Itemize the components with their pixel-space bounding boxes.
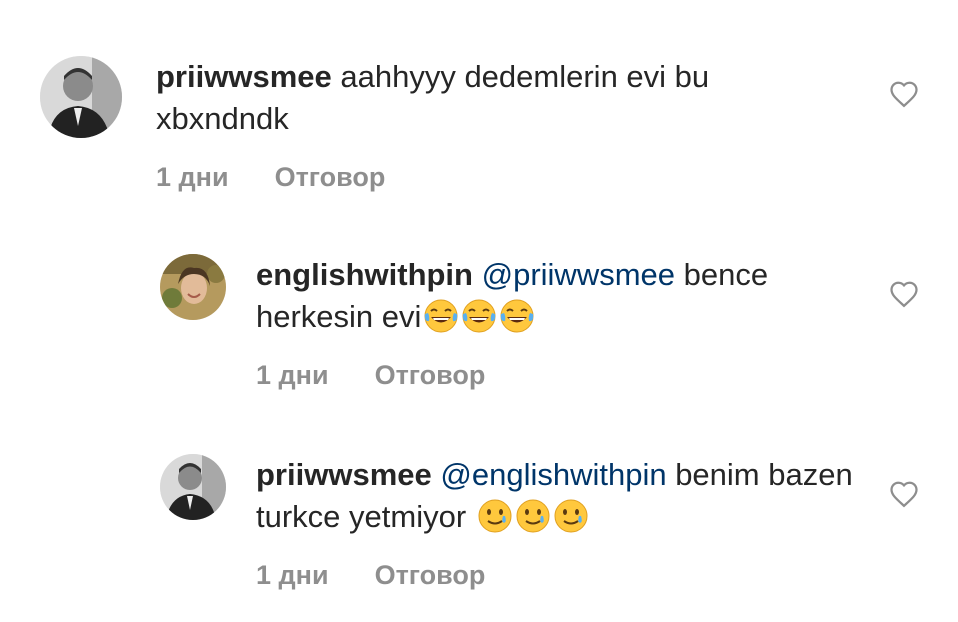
smiling-face-with-tear-emoji-icon: [515, 498, 551, 534]
heart-icon[interactable]: [889, 80, 919, 108]
comment-meta: 1 дни Отговор: [156, 162, 786, 193]
heart-icon[interactable]: [889, 480, 919, 508]
tears-of-joy-emoji-icon: [499, 298, 535, 334]
mention-link[interactable]: @englishwithpin: [440, 457, 666, 492]
tears-of-joy-emoji-icon: [423, 298, 459, 334]
avatar[interactable]: [40, 56, 122, 138]
comment-body: englishwithpin @priiwwsmee bence herkesi…: [256, 254, 886, 391]
heart-icon[interactable]: [889, 280, 919, 308]
username[interactable]: englishwithpin: [256, 257, 473, 292]
reply-button[interactable]: Отговор: [375, 360, 486, 390]
comment-meta: 1 дни Отговор: [256, 360, 886, 391]
avatar[interactable]: [160, 254, 226, 320]
reply-button[interactable]: Отговор: [375, 560, 486, 590]
timestamp: 1 дни: [256, 560, 329, 590]
username[interactable]: priiwwsmee: [256, 457, 432, 492]
previous-comment-remnant: [0, 0, 958, 4]
timestamp: 1 дни: [156, 162, 229, 192]
comment-text: priiwwsmee aahhyyy dedemlerin evi bu xbx…: [156, 56, 786, 140]
smiling-face-with-tear-emoji-icon: [477, 498, 513, 534]
smiling-face-with-tear-emoji-icon: [553, 498, 589, 534]
mention-link[interactable]: @priiwwsmee: [482, 257, 675, 292]
comment-meta: 1 дни Отговор: [256, 560, 886, 591]
comment-text: priiwwsmee @englishwithpin benim bazen t…: [256, 454, 886, 538]
comment-body: priiwwsmee @englishwithpin benim bazen t…: [256, 454, 886, 591]
avatar[interactable]: [160, 454, 226, 520]
username[interactable]: priiwwsmee: [156, 59, 332, 94]
timestamp: 1 дни: [256, 360, 329, 390]
reply-button[interactable]: Отговор: [275, 162, 386, 192]
tears-of-joy-emoji-icon: [461, 298, 497, 334]
comment-body: priiwwsmee aahhyyy dedemlerin evi bu xbx…: [156, 56, 786, 193]
comment-text: englishwithpin @priiwwsmee bence herkesi…: [256, 254, 886, 338]
